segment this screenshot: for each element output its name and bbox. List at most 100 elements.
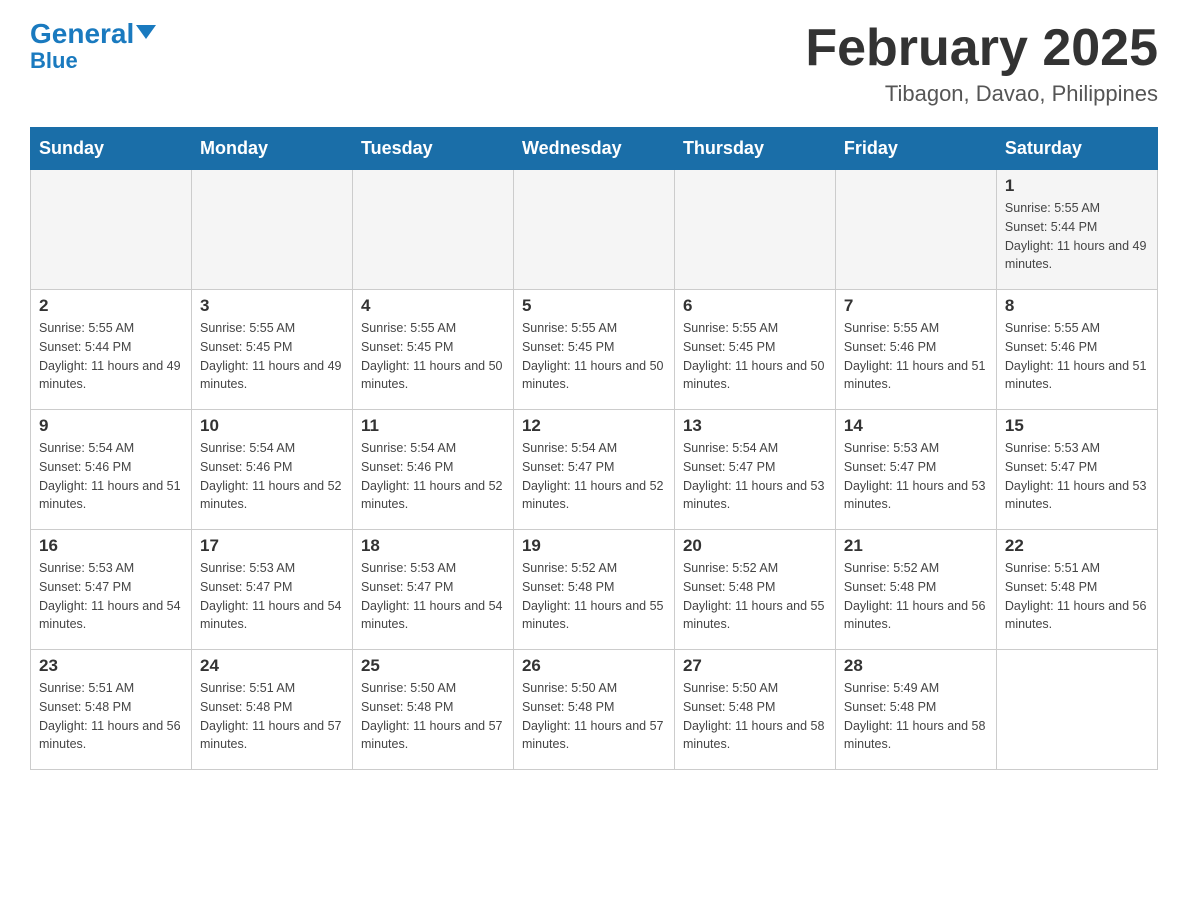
col-saturday: Saturday	[996, 128, 1157, 170]
table-row: 14 Sunrise: 5:53 AM Sunset: 5:47 PM Dayli…	[835, 410, 996, 530]
day-number: 27	[683, 656, 827, 676]
day-number: 8	[1005, 296, 1149, 316]
table-row: 7 Sunrise: 5:55 AM Sunset: 5:46 PM Daylig…	[835, 290, 996, 410]
day-number: 11	[361, 416, 505, 436]
calendar-week-1: 1 Sunrise: 5:55 AM Sunset: 5:44 PM Daylig…	[31, 170, 1158, 290]
day-number: 21	[844, 536, 988, 556]
day-number: 28	[844, 656, 988, 676]
table-row: 10 Sunrise: 5:54 AM Sunset: 5:46 PM Dayli…	[191, 410, 352, 530]
day-number: 10	[200, 416, 344, 436]
day-info: Sunrise: 5:50 AM Sunset: 5:48 PM Dayligh…	[683, 679, 827, 754]
day-info: Sunrise: 5:53 AM Sunset: 5:47 PM Dayligh…	[844, 439, 988, 514]
logo-triangle-icon	[136, 25, 156, 39]
day-number: 18	[361, 536, 505, 556]
table-row	[513, 170, 674, 290]
day-info: Sunrise: 5:54 AM Sunset: 5:46 PM Dayligh…	[200, 439, 344, 514]
day-info: Sunrise: 5:52 AM Sunset: 5:48 PM Dayligh…	[683, 559, 827, 634]
day-info: Sunrise: 5:52 AM Sunset: 5:48 PM Dayligh…	[522, 559, 666, 634]
day-number: 2	[39, 296, 183, 316]
day-info: Sunrise: 5:55 AM Sunset: 5:45 PM Dayligh…	[522, 319, 666, 394]
day-number: 6	[683, 296, 827, 316]
title-block: February 2025 Tibagon, Davao, Philippine…	[805, 20, 1158, 107]
day-info: Sunrise: 5:55 AM Sunset: 5:46 PM Dayligh…	[1005, 319, 1149, 394]
col-wednesday: Wednesday	[513, 128, 674, 170]
table-row: 24 Sunrise: 5:51 AM Sunset: 5:48 PM Dayli…	[191, 650, 352, 770]
day-number: 4	[361, 296, 505, 316]
table-row: 26 Sunrise: 5:50 AM Sunset: 5:48 PM Dayli…	[513, 650, 674, 770]
day-info: Sunrise: 5:55 AM Sunset: 5:44 PM Dayligh…	[1005, 199, 1149, 274]
day-number: 23	[39, 656, 183, 676]
day-info: Sunrise: 5:54 AM Sunset: 5:46 PM Dayligh…	[361, 439, 505, 514]
day-info: Sunrise: 5:49 AM Sunset: 5:48 PM Dayligh…	[844, 679, 988, 754]
table-row: 1 Sunrise: 5:55 AM Sunset: 5:44 PM Daylig…	[996, 170, 1157, 290]
table-row: 16Sunrise: 5:53 AM Sunset: 5:47 PM Dayli…	[31, 530, 192, 650]
table-row: 21 Sunrise: 5:52 AM Sunset: 5:48 PM Dayli…	[835, 530, 996, 650]
page-header: General Blue February 2025 Tibagon, Dava…	[30, 20, 1158, 107]
table-row: 4 Sunrise: 5:55 AM Sunset: 5:45 PM Daylig…	[352, 290, 513, 410]
day-info: Sunrise: 5:55 AM Sunset: 5:45 PM Dayligh…	[200, 319, 344, 394]
day-number: 7	[844, 296, 988, 316]
day-info: Sunrise: 5:53 AM Sunset: 5:47 PM Dayligh…	[1005, 439, 1149, 514]
day-info: Sunrise: 5:51 AM Sunset: 5:48 PM Dayligh…	[1005, 559, 1149, 634]
col-thursday: Thursday	[674, 128, 835, 170]
table-row	[191, 170, 352, 290]
day-info: Sunrise: 5:54 AM Sunset: 5:46 PM Dayligh…	[39, 439, 183, 514]
table-row: 15 Sunrise: 5:53 AM Sunset: 5:47 PM Dayli…	[996, 410, 1157, 530]
day-number: 24	[200, 656, 344, 676]
calendar-week-2: 2 Sunrise: 5:55 AM Sunset: 5:44 PM Daylig…	[31, 290, 1158, 410]
day-number: 19	[522, 536, 666, 556]
day-info: Sunrise: 5:50 AM Sunset: 5:48 PM Dayligh…	[522, 679, 666, 754]
table-row: 6 Sunrise: 5:55 AM Sunset: 5:45 PM Daylig…	[674, 290, 835, 410]
day-info: Sunrise: 5:55 AM Sunset: 5:45 PM Dayligh…	[361, 319, 505, 394]
calendar-week-3: 9 Sunrise: 5:54 AM Sunset: 5:46 PM Daylig…	[31, 410, 1158, 530]
day-info: Sunrise: 5:54 AM Sunset: 5:47 PM Dayligh…	[522, 439, 666, 514]
day-info: Sunrise: 5:52 AM Sunset: 5:48 PM Dayligh…	[844, 559, 988, 634]
table-row: 5 Sunrise: 5:55 AM Sunset: 5:45 PM Daylig…	[513, 290, 674, 410]
day-info: Sunrise: 5:50 AM Sunset: 5:48 PM Dayligh…	[361, 679, 505, 754]
table-row: 8 Sunrise: 5:55 AM Sunset: 5:46 PM Daylig…	[996, 290, 1157, 410]
day-number: 13	[683, 416, 827, 436]
day-number: 14	[844, 416, 988, 436]
day-info: Sunrise: 5:51 AM Sunset: 5:48 PM Dayligh…	[200, 679, 344, 754]
table-row	[31, 170, 192, 290]
day-info: Sunrise: 5:55 AM Sunset: 5:45 PM Dayligh…	[683, 319, 827, 394]
table-row: 11 Sunrise: 5:54 AM Sunset: 5:46 PM Dayli…	[352, 410, 513, 530]
logo: General Blue	[30, 20, 156, 72]
day-number: 12	[522, 416, 666, 436]
month-title: February 2025	[805, 20, 1158, 77]
table-row: 22 Sunrise: 5:51 AM Sunset: 5:48 PM Dayli…	[996, 530, 1157, 650]
table-row: 20 Sunrise: 5:52 AM Sunset: 5:48 PM Dayli…	[674, 530, 835, 650]
table-row: 9 Sunrise: 5:54 AM Sunset: 5:46 PM Daylig…	[31, 410, 192, 530]
day-info: Sunrise: 5:55 AM Sunset: 5:46 PM Dayligh…	[844, 319, 988, 394]
day-number: 5	[522, 296, 666, 316]
col-tuesday: Tuesday	[352, 128, 513, 170]
table-row: 28 Sunrise: 5:49 AM Sunset: 5:48 PM Dayli…	[835, 650, 996, 770]
day-info: Sunrise: 5:54 AM Sunset: 5:47 PM Dayligh…	[683, 439, 827, 514]
day-number: 3	[200, 296, 344, 316]
table-row: 19 Sunrise: 5:52 AM Sunset: 5:48 PM Dayli…	[513, 530, 674, 650]
logo-blue: Blue	[30, 50, 78, 72]
day-info: Sunrise: 5:51 AM Sunset: 5:48 PM Dayligh…	[39, 679, 183, 754]
day-number: 20	[683, 536, 827, 556]
table-row: 2 Sunrise: 5:55 AM Sunset: 5:44 PM Daylig…	[31, 290, 192, 410]
table-row	[352, 170, 513, 290]
day-info: Sunrise: 5:53 AM Sunset: 5:47 PM Dayligh…	[200, 559, 344, 634]
day-number: 22	[1005, 536, 1149, 556]
table-row: 27 Sunrise: 5:50 AM Sunset: 5:48 PM Dayli…	[674, 650, 835, 770]
day-number: 25	[361, 656, 505, 676]
table-row: 18Sunrise: 5:53 AM Sunset: 5:47 PM Dayli…	[352, 530, 513, 650]
day-number: 15	[1005, 416, 1149, 436]
col-monday: Monday	[191, 128, 352, 170]
calendar-week-5: 23 Sunrise: 5:51 AM Sunset: 5:48 PM Dayli…	[31, 650, 1158, 770]
day-number: 26	[522, 656, 666, 676]
calendar-table: Sunday Monday Tuesday Wednesday Thursday…	[30, 127, 1158, 770]
table-row: 3 Sunrise: 5:55 AM Sunset: 5:45 PM Daylig…	[191, 290, 352, 410]
day-info: Sunrise: 5:55 AM Sunset: 5:44 PM Dayligh…	[39, 319, 183, 394]
location: Tibagon, Davao, Philippines	[805, 81, 1158, 107]
day-number: 9	[39, 416, 183, 436]
table-row	[996, 650, 1157, 770]
table-row: 23 Sunrise: 5:51 AM Sunset: 5:48 PM Dayli…	[31, 650, 192, 770]
day-number: 1	[1005, 176, 1149, 196]
day-info: Sunrise: 5:53 AM Sunset: 5:47 PM Dayligh…	[39, 559, 183, 634]
calendar-header-row: Sunday Monday Tuesday Wednesday Thursday…	[31, 128, 1158, 170]
